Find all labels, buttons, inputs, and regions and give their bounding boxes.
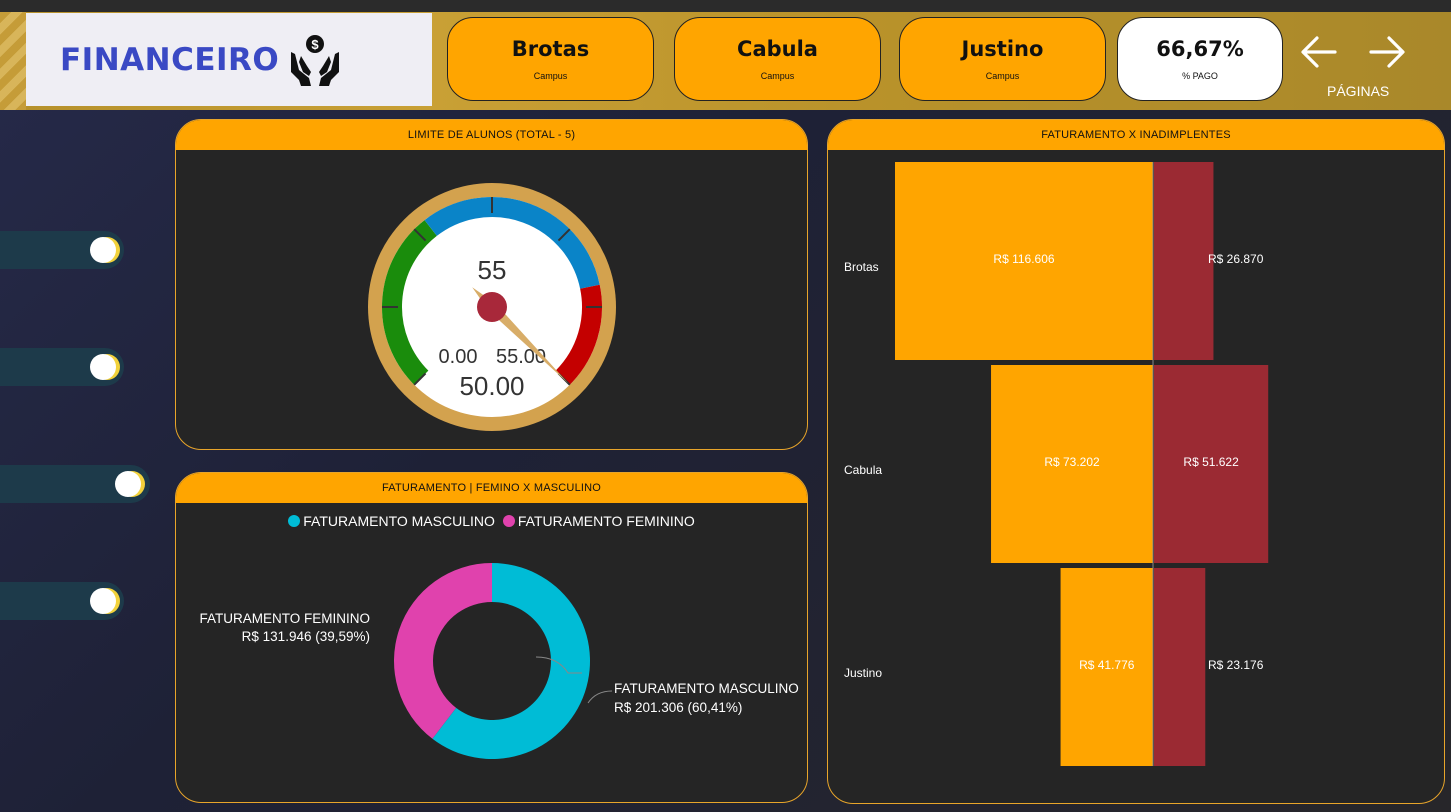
campus-card-brotas[interactable]: Brotas Campus <box>447 17 654 101</box>
donut-label-masc-value: R$ 201.306 (60,41%) <box>614 700 742 715</box>
bar-panel: FATURAMENTO X INADIMPLENTES Brotas R$ 116… <box>827 119 1445 804</box>
gauge-max-label: 55.00 <box>496 346 546 368</box>
gauge-min-label: 0.00 <box>439 346 478 368</box>
donut-slice-feminino[interactable] <box>394 563 492 739</box>
page-title: FINANCEIRO <box>60 41 280 78</box>
arrow-right-icon[interactable] <box>1367 32 1407 72</box>
campus-card-value: Cabula <box>737 37 818 61</box>
campus-card-value: Brotas <box>511 37 590 61</box>
bar-inadimplentes[interactable] <box>1154 162 1214 360</box>
bar-data-label: R$ 116.606 <box>993 252 1054 266</box>
campus-card-label: Campus <box>760 71 795 81</box>
bar-data-label: R$ 23.176 <box>1208 658 1264 672</box>
toggle-knob <box>115 471 141 497</box>
gauge-hub <box>477 292 507 322</box>
top-strip <box>0 0 1451 12</box>
toggle-knob <box>90 237 116 263</box>
leader-line-masculino <box>587 690 613 704</box>
bar-data-label: R$ 73.202 <box>1044 455 1100 469</box>
bar-data-label: R$ 26.870 <box>1208 252 1264 266</box>
bar-data-label: R$ 51.622 <box>1183 455 1239 469</box>
sidebar-toggle-3[interactable] <box>0 465 150 503</box>
sidebar-toggle-4[interactable] <box>0 582 124 620</box>
gauge-value-label: 55 <box>478 255 507 285</box>
logo-box: FINANCEIRO $ <box>26 13 432 106</box>
campus-card-justino[interactable]: Justino Campus <box>899 17 1106 101</box>
bar-data-label: R$ 41.776 <box>1079 658 1135 672</box>
gauge-target-label: 50.00 <box>459 371 524 401</box>
donut-label-fem-name: FATURAMENTO FEMININO <box>199 611 370 626</box>
sidebar-toggle-1[interactable] <box>0 231 124 269</box>
gauge-panel: LIMITE DE ALUNOS (TOTAL - 5) 55 0.00 55.… <box>175 119 808 450</box>
campus-card-cabula[interactable]: Cabula Campus <box>674 17 881 101</box>
bar-category-label: Cabula <box>844 463 882 477</box>
donut-label-fem-value: R$ 131.946 (39,59%) <box>242 629 370 644</box>
donut-panel-title: FATURAMENTO | FEMINO X MASCULINO <box>176 473 807 503</box>
donut-label-masc-name: FATURAMENTO MASCULINO <box>614 681 799 696</box>
bar-category-label: Justino <box>844 666 882 680</box>
arrow-left-icon[interactable] <box>1299 32 1339 72</box>
pago-value: 66,67% <box>1156 37 1244 61</box>
bar-panel-title: FATURAMENTO X INADIMPLENTES <box>828 120 1444 150</box>
donut-chart: FATURAMENTO FEMININO R$ 131.946 (39,59%)… <box>199 563 799 759</box>
bar-inadimplentes[interactable] <box>1154 568 1206 766</box>
sidebar-toggle-2[interactable] <box>0 348 124 386</box>
toggle-knob <box>90 588 116 614</box>
bar-chart: Brotas R$ 116.606 R$ 26.870 Cabula R$ 73.202… <box>844 162 1269 766</box>
header-stripe <box>0 12 26 110</box>
toggle-knob <box>90 354 116 380</box>
gauge-panel-title: LIMITE DE ALUNOS (TOTAL - 5) <box>176 120 807 150</box>
hands-money-icon: $ <box>291 34 340 86</box>
pago-label: % PAGO <box>1182 71 1218 81</box>
campus-card-label: Campus <box>533 71 568 81</box>
svg-text:$: $ <box>312 37 320 52</box>
bar-category-label: Brotas <box>844 260 879 274</box>
gauge-chart: 55 0.00 55.00 50.00 <box>368 183 616 431</box>
pago-card: 66,67% % PAGO <box>1117 17 1283 101</box>
campus-card-label: Campus <box>985 71 1020 81</box>
donut-panel: FATURAMENTO | FEMINO X MASCULINO FATURAM… <box>175 472 808 803</box>
pages-label: PÁGINAS <box>1327 83 1390 99</box>
campus-card-value: Justino <box>961 37 1044 61</box>
